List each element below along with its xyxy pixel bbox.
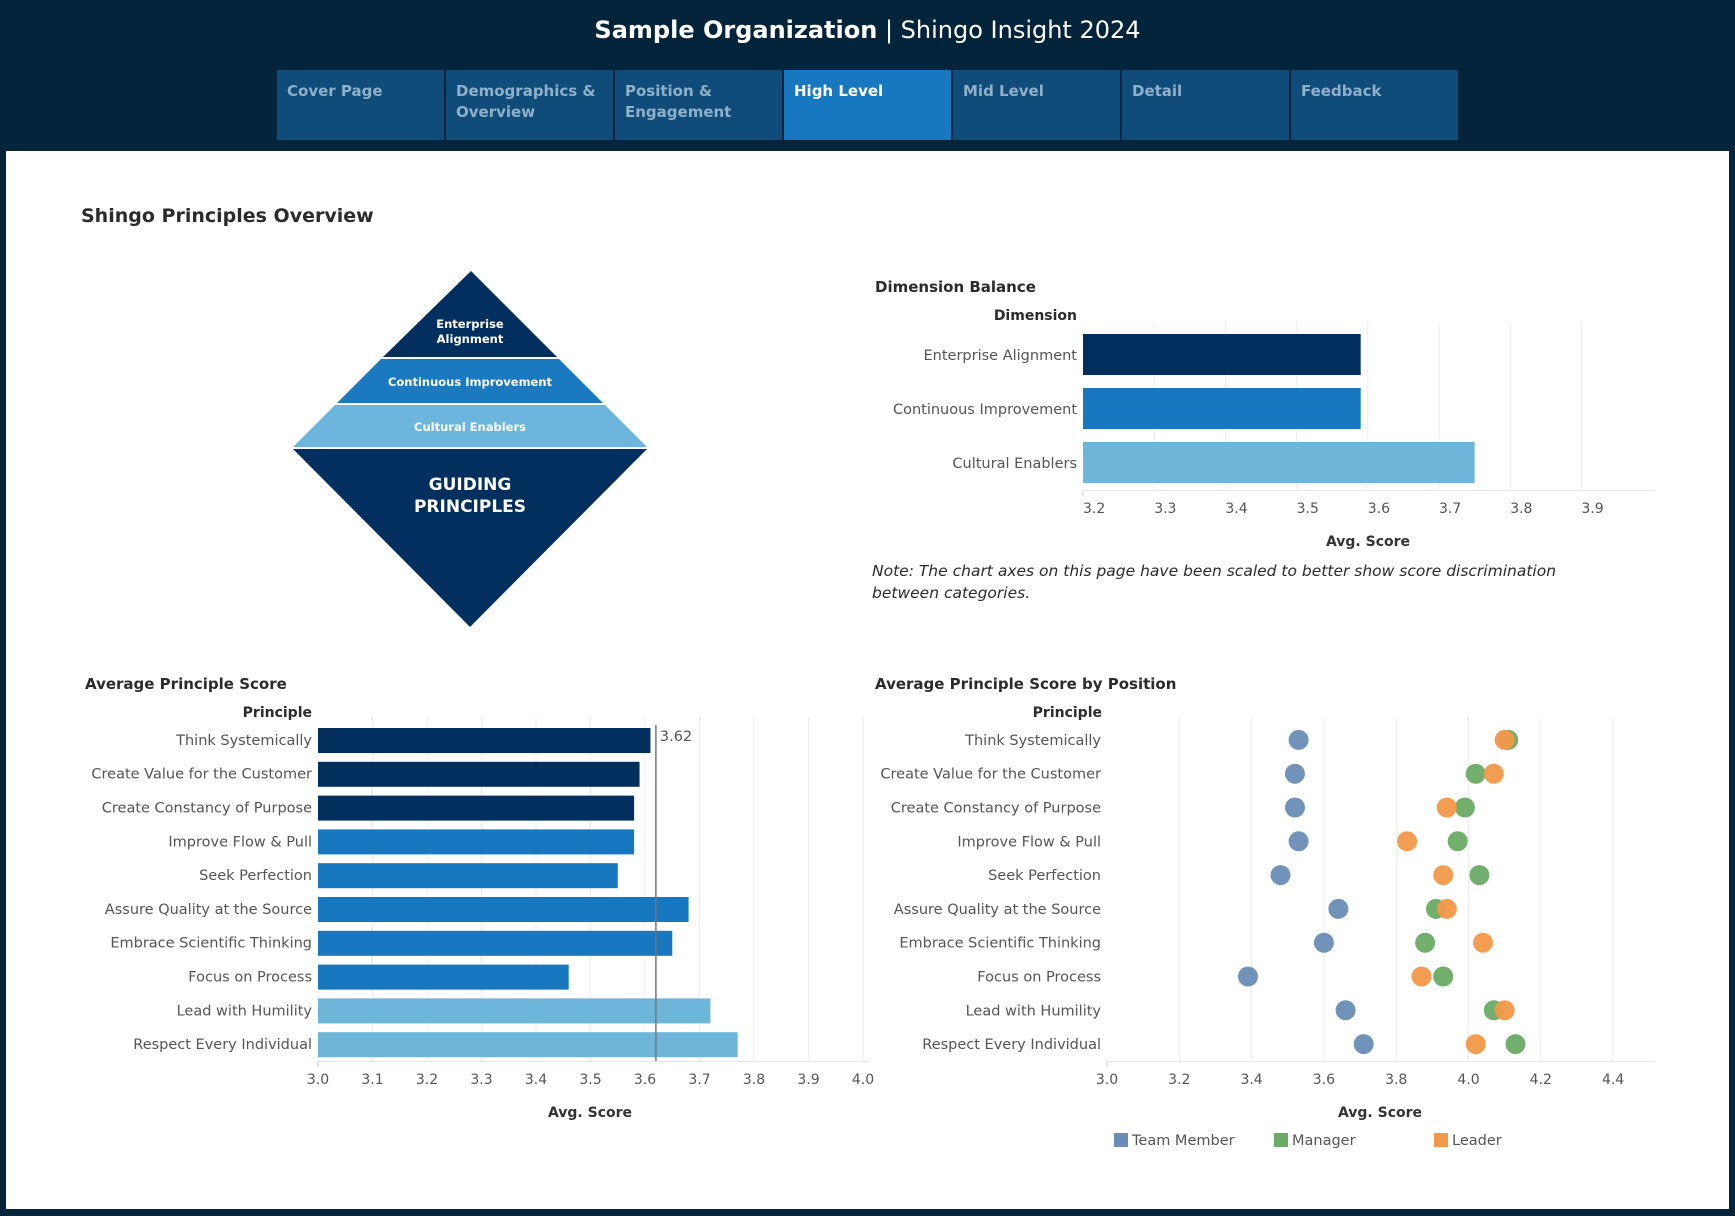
category-label-think-systemically: Think Systemically — [964, 733, 1101, 749]
x-tick-label: 3.2 — [1168, 1072, 1190, 1088]
category-label-seek-perfection: Seek Perfection — [988, 868, 1101, 884]
point-team-member-create-value-for-the-customer — [1284, 763, 1305, 784]
point-manager-seek-perfection — [1469, 865, 1490, 886]
team-member-swatch — [1114, 1133, 1128, 1147]
x-tick-label: 4.0 — [1457, 1072, 1479, 1088]
point-leader-seek-perfection — [1433, 865, 1454, 886]
point-team-member-improve-flow-pull — [1288, 831, 1309, 852]
x-tick-label: 3.0 — [1096, 1072, 1118, 1088]
x-tick-label: 4.2 — [1530, 1072, 1552, 1088]
category-label-respect-every-individual: Respect Every Individual — [922, 1037, 1101, 1053]
point-manager-respect-every-individual — [1505, 1034, 1526, 1055]
point-manager-improve-flow-pull — [1447, 831, 1468, 852]
point-leader-create-constancy-of-purpose — [1436, 797, 1457, 818]
x-axis-title: Avg. Score — [1338, 1105, 1422, 1121]
category-label-lead-with-humility: Lead with Humility — [966, 1003, 1102, 1019]
point-leader-lead-with-humility — [1494, 1000, 1515, 1021]
legend-label: Leader — [1452, 1133, 1502, 1149]
legend-item-manager[interactable]: Manager — [1274, 1133, 1356, 1149]
point-leader-focus-on-process — [1411, 966, 1432, 987]
point-leader-create-value-for-the-customer — [1483, 763, 1504, 784]
point-manager-embrace-scientific-thinking — [1415, 932, 1436, 953]
point-team-member-assure-quality-at-the-source — [1328, 898, 1349, 919]
point-team-member-create-constancy-of-purpose — [1284, 797, 1305, 818]
point-manager-focus-on-process — [1433, 966, 1454, 987]
point-leader-think-systemically — [1494, 729, 1515, 750]
point-leader-embrace-scientific-thinking — [1472, 932, 1493, 953]
point-manager-create-constancy-of-purpose — [1454, 797, 1475, 818]
point-leader-improve-flow-pull — [1397, 831, 1418, 852]
point-leader-assure-quality-at-the-source — [1436, 898, 1457, 919]
point-team-member-focus-on-process — [1237, 966, 1258, 987]
point-leader-respect-every-individual — [1465, 1034, 1486, 1055]
score-by-position-chart: 3.0 3.2 3.4 3.6 3.8 4.0 4.2 4.4 Avg. Score Think … — [880, 717, 1655, 1121]
category-label-embrace-scientific-thinking: Embrace Scientific Thinking — [899, 936, 1101, 952]
category-label-create-constancy-of-purpose: Create Constancy of Purpose — [891, 801, 1101, 817]
manager-swatch — [1274, 1133, 1288, 1147]
category-label-assure-quality-at-the-source: Assure Quality at the Source — [894, 902, 1101, 918]
legend-label: Manager — [1292, 1133, 1356, 1149]
x-tick-label: 3.4 — [1240, 1072, 1262, 1088]
legend-label: Team Member — [1132, 1133, 1235, 1149]
x-tick-label: 4.4 — [1602, 1072, 1624, 1088]
x-tick-label: 3.6 — [1313, 1072, 1335, 1088]
leader-swatch — [1434, 1133, 1448, 1147]
point-team-member-lead-with-humility — [1335, 1000, 1356, 1021]
legend-item-leader[interactable]: Leader — [1434, 1133, 1502, 1149]
category-label-create-value-for-the-customer: Create Value for the Customer — [880, 767, 1101, 783]
point-team-member-think-systemically — [1288, 729, 1309, 750]
point-manager-create-value-for-the-customer — [1465, 763, 1486, 784]
point-team-member-respect-every-individual — [1353, 1034, 1374, 1055]
x-tick-label: 3.8 — [1385, 1072, 1407, 1088]
category-label-improve-flow-pull: Improve Flow & Pull — [957, 834, 1101, 850]
point-team-member-embrace-scientific-thinking — [1313, 932, 1334, 953]
category-label-focus-on-process: Focus on Process — [977, 970, 1101, 986]
point-team-member-seek-perfection — [1270, 865, 1291, 886]
legend-item-team-member[interactable]: Team Member — [1114, 1133, 1235, 1149]
